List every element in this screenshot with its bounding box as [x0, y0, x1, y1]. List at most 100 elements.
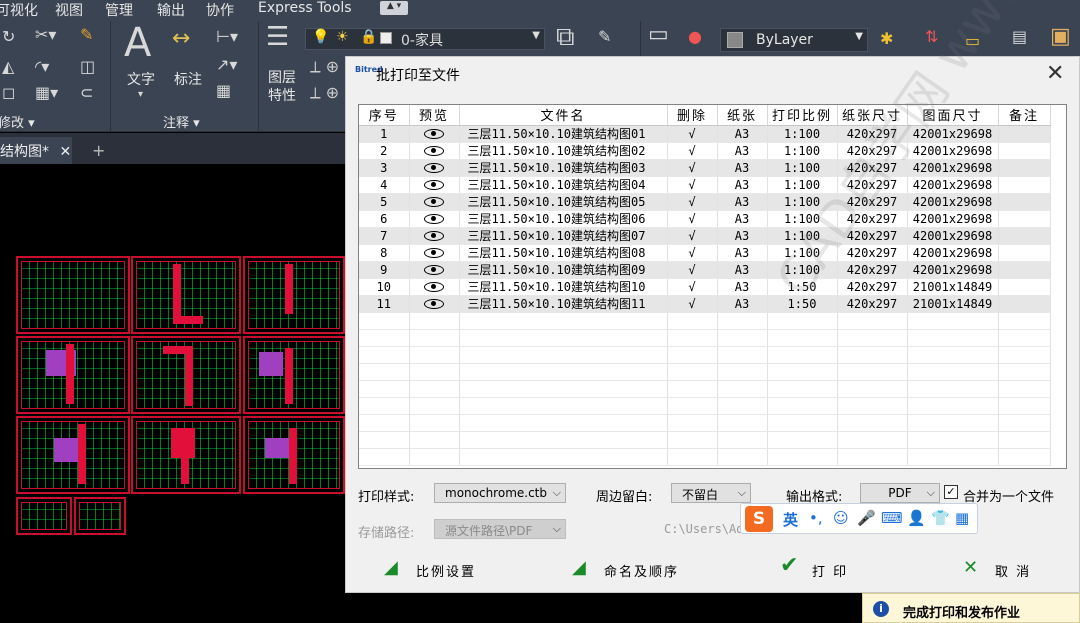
fillet-icon[interactable]: ◜▾ — [35, 59, 49, 75]
dimension-icon[interactable]: ↔ — [172, 28, 190, 50]
cancel-button[interactable]: ✕ 取 消 — [963, 557, 1031, 580]
column-header[interactable]: 打印比例 — [767, 105, 838, 126]
3d-icon[interactable]: ◫ — [80, 59, 95, 75]
preview-cell[interactable] — [409, 244, 460, 262]
match-properties-icon[interactable]: ▭ — [648, 24, 669, 46]
print-complete-notification[interactable]: i 完成打印和发布作业 — [862, 593, 1080, 623]
preview-cell[interactable] — [409, 159, 460, 177]
drawing-canvas[interactable] — [0, 164, 345, 623]
color-combo[interactable]: ByLayer ▼ — [720, 28, 868, 52]
emoji-icon[interactable]: ☺ — [833, 509, 849, 527]
table-row[interactable]: 8 三层11.50×10.10建筑结构图08 √ A3 1:100 420x297 4200… — [359, 244, 1051, 262]
table-row[interactable]: 4 三层11.50×10.10建筑结构图04 √ A3 1:100 420x297 4200… — [359, 176, 1051, 194]
margin-select[interactable]: 不留白 ⌵ — [671, 483, 751, 503]
table-row[interactable]: 2 三层11.50×10.10建筑结构图02 √ A3 1:100 420x297 4200… — [359, 142, 1051, 160]
group-icon[interactable]: ✱ — [880, 31, 893, 47]
preview-cell[interactable] — [409, 193, 460, 211]
column-header[interactable]: 文件名 — [459, 105, 668, 126]
cell-del[interactable]: √ — [667, 193, 718, 211]
cell-del[interactable]: √ — [667, 244, 718, 262]
column-header[interactable]: 预览 — [409, 105, 460, 126]
text-dropdown-icon[interactable]: ▾ — [138, 87, 143, 103]
punctuation-icon[interactable]: •, — [809, 509, 823, 527]
eye-icon[interactable] — [424, 248, 444, 258]
preview-cell[interactable] — [409, 278, 460, 296]
column-header[interactable]: 纸张 — [717, 105, 768, 126]
table-row[interactable]: 10 三层11.50×10.10建筑结构图10 √ A3 1:50 420x297 2100… — [359, 278, 1051, 296]
voice-icon[interactable]: 🎤 — [857, 509, 876, 527]
cell-del[interactable]: √ — [667, 295, 718, 313]
panel-modify[interactable]: 修改 ▾ — [0, 112, 35, 131]
tab-structure-drawing[interactable]: 结构图* ✕ — [0, 137, 72, 164]
dim-tool-label[interactable]: 标注 — [170, 69, 206, 89]
text-icon[interactable]: A — [124, 23, 151, 63]
mirror-icon[interactable]: ◭ — [2, 59, 14, 75]
menu-view[interactable]: 视图 — [55, 0, 83, 20]
preview-cell[interactable] — [409, 261, 460, 279]
column-header[interactable]: 序号 — [359, 105, 410, 126]
print-button[interactable]: ✔ 打 印 — [780, 553, 848, 580]
format-select[interactable]: PDF ⌵ — [860, 483, 940, 503]
cell-del[interactable]: √ — [667, 210, 718, 228]
new-tab-icon[interactable]: + — [92, 141, 105, 160]
toolbox-icon[interactable]: ▦ — [955, 509, 969, 527]
layer-properties-label[interactable]: 图层 特性 — [262, 69, 302, 105]
edit-block-icon[interactable]: ✎ — [598, 29, 611, 45]
skin-icon[interactable]: 👕 — [931, 509, 950, 527]
table-row[interactable]: 3 三层11.50×10.10建筑结构图03 √ A3 1:100 420x297 4200… — [359, 159, 1051, 177]
clipboard-icon[interactable]: ▤ — [1012, 29, 1027, 45]
rotate-icon[interactable]: ↻ — [2, 29, 15, 45]
table-row[interactable]: 7 三层11.50×10.10建筑结构图07 √ A3 1:100 420x297 4200… — [359, 227, 1051, 245]
panel-annotate[interactable]: 注释 ▾ — [163, 112, 200, 131]
paste-icon[interactable]: ▣ — [1050, 26, 1071, 48]
preview-cell[interactable] — [409, 227, 460, 245]
merge-checkbox[interactable]: ✓ — [944, 485, 958, 499]
keyboard-icon[interactable]: ⌨ — [881, 509, 903, 527]
scale-settings-button[interactable]: ◢ 比例设置 — [384, 557, 476, 580]
eye-icon[interactable] — [424, 282, 444, 292]
preview-cell[interactable] — [409, 142, 460, 160]
table-row[interactable]: 6 三层11.50×10.10建筑结构图06 √ A3 1:100 420x297 4200… — [359, 210, 1051, 228]
eye-icon[interactable] — [424, 146, 444, 156]
leader-icon[interactable]: ↗▾ — [216, 57, 237, 73]
erase-icon[interactable]: ✎ — [80, 27, 93, 43]
table-row[interactable]: 5 三层11.50×10.10建筑结构图05 √ A3 1:100 420x297 4200… — [359, 193, 1051, 211]
cell-del[interactable]: √ — [667, 261, 718, 279]
naming-order-button[interactable]: ◢ 命名及顺序 — [572, 557, 679, 580]
column-header[interactable]: 纸张尺寸 — [837, 105, 908, 126]
menu-express-tools[interactable]: Express Tools — [258, 0, 352, 16]
preview-cell[interactable] — [409, 125, 460, 143]
layer-combo[interactable]: 💡 ☀ 🔒 0-家具 ▼ — [305, 28, 545, 50]
table-row[interactable]: 11 三层11.50×10.10建筑结构图11 √ A3 1:50 420x297 2100… — [359, 295, 1051, 313]
table-row[interactable]: 9 三层11.50×10.10建筑结构图09 √ A3 1:100 420x297 4200… — [359, 261, 1051, 279]
measure-icon[interactable]: ▭ — [965, 33, 980, 49]
eye-icon[interactable] — [424, 214, 444, 224]
scale-icon[interactable]: ◻ — [2, 85, 15, 101]
cell-del[interactable]: √ — [667, 176, 718, 194]
trim-icon[interactable]: ✂▾ — [35, 27, 56, 43]
text-tool-label[interactable]: 文字 — [123, 69, 159, 89]
linear-dim-icon[interactable]: ⊢▾ — [216, 29, 238, 45]
array-icon[interactable]: ▦▾ — [35, 85, 58, 101]
insert-block-icon[interactable]: ⧉ — [556, 24, 575, 50]
ungroup-icon[interactable]: ⇅ — [925, 29, 938, 45]
close-icon[interactable]: ✕ — [1046, 61, 1064, 86]
preview-cell[interactable] — [409, 176, 460, 194]
eye-icon[interactable] — [424, 197, 444, 207]
menu-collaborate[interactable]: 协作 — [206, 0, 234, 20]
eye-icon[interactable] — [424, 265, 444, 275]
print-style-select[interactable]: monochrome.ctb ⌵ — [434, 483, 566, 503]
cell-del[interactable]: √ — [667, 227, 718, 245]
close-icon[interactable]: ✕ — [59, 144, 71, 160]
menu-output[interactable]: 输出 — [157, 0, 185, 20]
eye-icon[interactable] — [424, 129, 444, 139]
color-wheel-icon[interactable]: ● — [688, 29, 702, 45]
sogou-logo-icon[interactable]: S — [745, 506, 773, 532]
eye-icon[interactable] — [424, 163, 444, 173]
menu-manage[interactable]: 管理 — [105, 0, 133, 20]
preview-cell[interactable] — [409, 295, 460, 313]
cell-del[interactable]: √ — [667, 142, 718, 160]
column-header[interactable]: 图面尺寸 — [907, 105, 999, 126]
cell-del[interactable]: √ — [667, 159, 718, 177]
eye-icon[interactable] — [424, 299, 444, 309]
